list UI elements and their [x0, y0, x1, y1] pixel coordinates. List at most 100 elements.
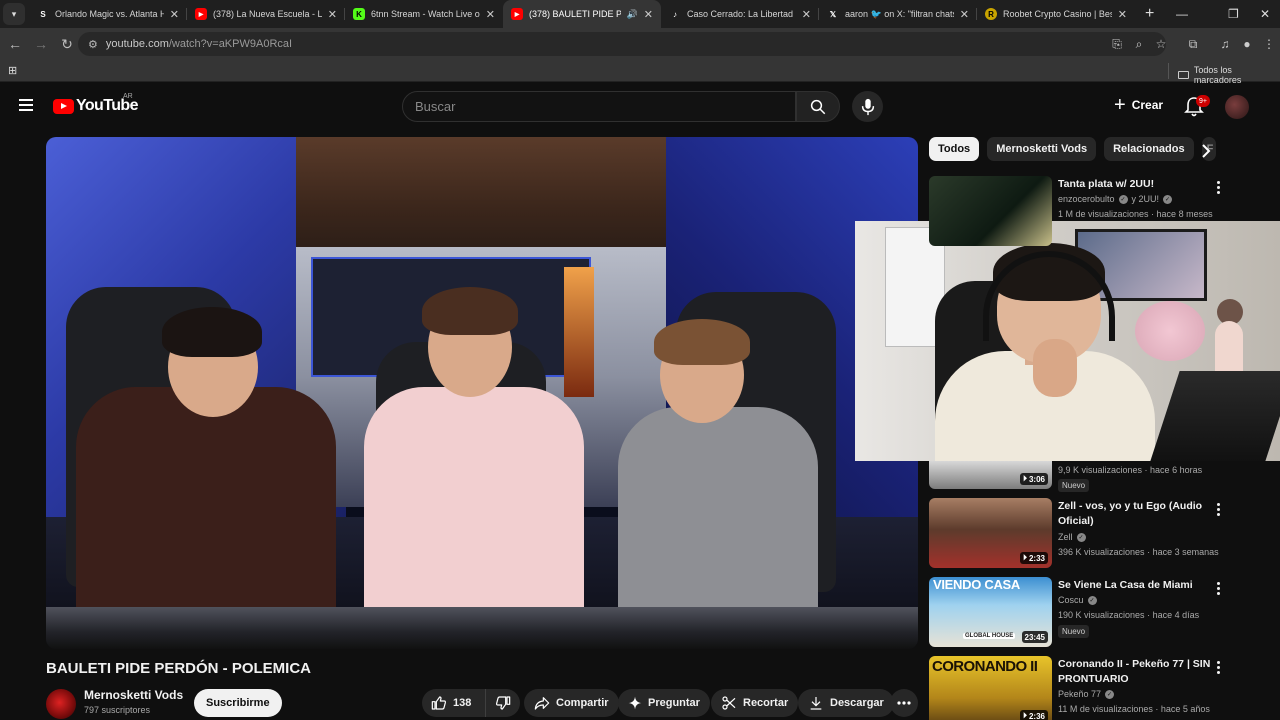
channel-avatar[interactable] [46, 689, 76, 719]
sparkle-icon [628, 696, 642, 710]
recommendation-title[interactable]: Tanta plata w/ 2UU! [1058, 177, 1218, 192]
minimize-window-icon[interactable]: — [1176, 0, 1188, 28]
more-actions-button[interactable] [890, 689, 918, 717]
close-tab-icon[interactable]: ✕ [960, 8, 969, 21]
more-options-icon[interactable] [1212, 659, 1224, 675]
voice-search-button[interactable] [852, 91, 883, 122]
new-badge: Nuevo [1058, 625, 1090, 638]
browser-tab-2[interactable]: ▶ (378) La Nueva Escuela - La Vic ✕ [187, 0, 345, 28]
verified-badge-icon: ✓ [1087, 595, 1097, 605]
close-tab-icon[interactable]: ✕ [170, 8, 179, 21]
browser-tab-6[interactable]: 𝕏 aaron 🐦 on X: "filtran chats de ✕ [819, 0, 977, 28]
browser-tab-5[interactable]: ♪ Caso Cerrado: La Libertad de El ✕ [661, 0, 819, 28]
share-button[interactable]: Compartir [524, 689, 619, 717]
forward-arrow-icon[interactable]: → [29, 36, 53, 52]
channel-extra[interactable]: y 2UU! [1132, 194, 1160, 204]
close-tab-icon[interactable]: ✕ [486, 8, 495, 21]
tab-search-button[interactable]: ▾ [3, 3, 25, 25]
recommendation-title[interactable]: Se Viene La Casa de Miami [1058, 578, 1218, 593]
recommendation-item[interactable]: VIENDO CASA GLOBAL HOUSE 23:45 Se Viene … [929, 577, 1259, 647]
apps-grid-icon[interactable]: ⊞ [8, 64, 17, 77]
youtube-logo[interactable]: YouTube AR [53, 93, 138, 115]
audio-playing-icon[interactable]: 🔊 [627, 9, 638, 20]
recommendation-title[interactable]: Zell - vos, yo y tu Ego (Audio Oficial) [1058, 499, 1218, 529]
recommendation-item[interactable]: ⏵ 3:06 9,9 K visualizaciones · hace 6 hor… [929, 419, 1259, 492]
browser-tab-3[interactable]: K 6tnn Stream - Watch Live on Ki ✕ [345, 0, 503, 28]
recommendation-item[interactable]: CORONANDO II ⏵ 2:36 Coronando II - Pekeño… [929, 656, 1259, 720]
install-app-icon[interactable]: ⎘ [1106, 37, 1128, 52]
toolbar-icons: ⎘ ⌕ ☆ ⧉ ♫ ● ⋮ [1106, 28, 1280, 60]
browser-menu-icon[interactable]: ⋮ [1258, 37, 1280, 51]
download-button[interactable]: Descargar [798, 689, 894, 717]
more-options-icon[interactable] [1212, 179, 1224, 195]
close-tab-icon[interactable]: ✕ [644, 8, 653, 21]
channel-name[interactable]: Pekeño 77 [1058, 689, 1101, 699]
hamburger-menu-icon[interactable] [19, 99, 33, 114]
like-count: 138 [453, 697, 472, 709]
recommendation-title[interactable]: Coronando II - Pekeño 77 | SIN PRONTUARI… [1058, 657, 1218, 687]
recommendation-item[interactable]: ⏵ 2:33 Zell - vos, yo y tu Ego (Audio Ofi… [929, 498, 1259, 568]
close-tab-icon[interactable]: ✕ [1118, 8, 1127, 21]
close-tab-icon[interactable]: ✕ [328, 8, 337, 21]
video-scene-hair-right [654, 319, 750, 365]
tab-title: (378) La Nueva Escuela - La Vic [213, 9, 322, 19]
chip-todos[interactable]: Todos [929, 137, 980, 161]
more-options-icon[interactable] [1212, 580, 1224, 596]
chip-channel[interactable]: Mernosketti Vods [987, 137, 1097, 161]
address-bar[interactable]: ⚙ youtube.com/watch?v=aKPW9A0RcaI [78, 32, 1166, 56]
new-tab-icon[interactable]: + [1145, 5, 1154, 23]
country-code: AR [123, 93, 133, 100]
extensions-puzzle-icon[interactable]: ⧉ [1182, 37, 1204, 52]
bookmarks-bar: ⊞ Todos los marcadores [0, 60, 1280, 85]
site-info-icon[interactable]: ⚙ [88, 38, 98, 51]
restore-window-icon[interactable]: ❐ [1228, 0, 1239, 28]
thumbnail-text: CORONANDO II [932, 658, 1038, 675]
channel-name[interactable]: Mernosketti Vods [84, 688, 183, 702]
create-button[interactable]: + Crear [1114, 94, 1163, 116]
video-thumbnail[interactable]: VIENDO CASA GLOBAL HOUSE 23:45 [929, 577, 1052, 647]
all-bookmarks-button[interactable]: Todos los marcadores [1178, 65, 1280, 85]
channel-name[interactable]: Zell [1058, 532, 1073, 542]
verified-badge-icon: ✓ [1076, 532, 1086, 542]
video-scene-hair-middle [422, 287, 518, 335]
close-tab-icon[interactable]: ✕ [802, 8, 811, 21]
microphone-icon [861, 98, 874, 115]
back-arrow-icon[interactable]: ← [3, 36, 27, 52]
subscribe-button[interactable]: Suscribirme [194, 689, 282, 717]
video-thumbnail[interactable]: ⏵ 3:06 [929, 461, 1052, 489]
media-control-icon[interactable]: ♫ [1214, 37, 1236, 51]
dislike-button[interactable] [486, 695, 520, 711]
like-button[interactable]: 138 [422, 689, 486, 717]
channel-name[interactable]: Coscu [1058, 595, 1084, 605]
browser-tab-active[interactable]: ▶ (378) BAULETI PIDE PERDÓ 🔊 ✕ [503, 0, 661, 28]
recommendation-item[interactable]: Tanta plata w/ 2UU! enzocerobulto ✓ y 2U… [929, 176, 1259, 246]
browser-toolbar: ← → ↻ ⚙ youtube.com/watch?v=aKPW9A0RcaI … [0, 28, 1280, 60]
video-thumbnail[interactable] [929, 176, 1052, 246]
chips-next-button[interactable] [1196, 141, 1216, 161]
profile-avatar-icon[interactable]: ● [1236, 37, 1258, 51]
search-icon [810, 99, 826, 114]
search-input[interactable]: Buscar [402, 91, 796, 122]
video-thumbnail[interactable]: CORONANDO II ⏵ 2:36 [929, 656, 1052, 720]
video-title: BAULETI PIDE PERDÓN - POLEMICA [46, 660, 312, 677]
clip-button[interactable]: Recortar [711, 689, 799, 717]
browser-tab-7[interactable]: R Roobet Crypto Casino | Best Bit ✕ [977, 0, 1135, 28]
video-thumbnail[interactable]: ⏵ 2:33 [929, 498, 1052, 568]
view-count: 9,9 K visualizaciones [1058, 465, 1143, 475]
ask-button[interactable]: Preguntar [618, 689, 710, 717]
account-avatar[interactable] [1225, 95, 1249, 119]
ask-label: Preguntar [648, 697, 700, 709]
more-options-icon[interactable] [1212, 501, 1224, 517]
video-duration: 23:45 [1021, 631, 1048, 643]
zoom-icon[interactable]: ⌕ [1128, 37, 1150, 52]
browser-tab-1[interactable]: S Orlando Magic vs. Atlanta Hawk ✕ [29, 0, 187, 28]
video-player[interactable] [46, 137, 918, 649]
search-button[interactable] [796, 91, 840, 122]
channel-name[interactable]: enzocerobulto [1058, 194, 1115, 204]
close-window-icon[interactable]: ✕ [1260, 0, 1270, 28]
bookmark-star-icon[interactable]: ☆ [1150, 37, 1172, 51]
chip-related[interactable]: Relacionados [1104, 137, 1194, 161]
reload-icon[interactable]: ↻ [55, 36, 79, 53]
plus-icon: + [1114, 94, 1126, 116]
tiktok-favicon-icon: ♪ [673, 9, 677, 19]
